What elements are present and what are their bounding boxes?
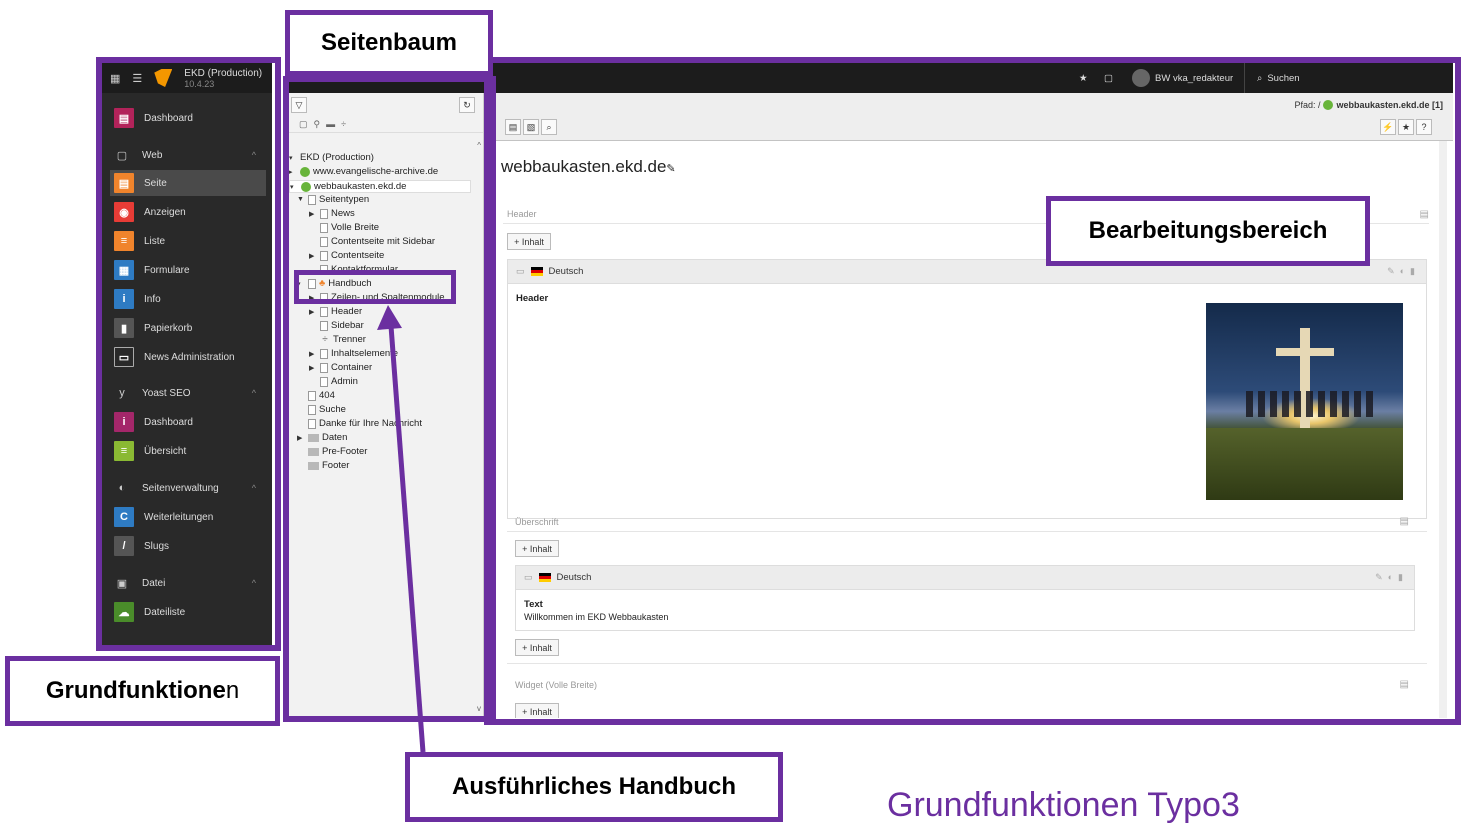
arrow-line bbox=[388, 325, 426, 753]
slide-title: Grundfunktionen Typo3 bbox=[887, 786, 1240, 824]
arrow-head bbox=[377, 305, 402, 330]
arrow-overlay bbox=[377, 305, 426, 753]
